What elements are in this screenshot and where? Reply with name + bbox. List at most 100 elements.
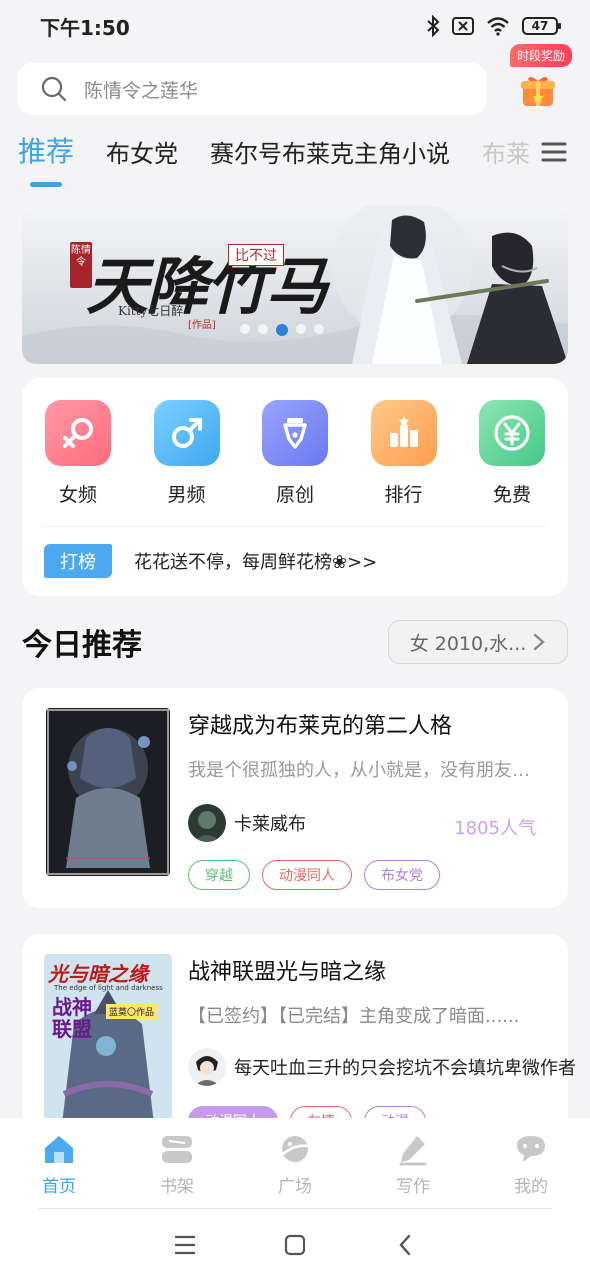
cover-author: 蓝莫〇作品 bbox=[106, 1004, 158, 1019]
nav-label: 写作 bbox=[396, 1177, 430, 1197]
wifi-icon bbox=[487, 17, 509, 36]
category-male[interactable]: 男频 bbox=[153, 400, 221, 507]
book-title: 战神联盟光与暗之缘 bbox=[188, 960, 387, 985]
category-ranking[interactable]: 排行 bbox=[370, 400, 438, 507]
banner-dots bbox=[240, 324, 324, 336]
category-card: 女频 男频 原创 排行 免费 打榜 花花送不停，每周鲜花榜❀>> bbox=[22, 378, 568, 596]
avatar bbox=[188, 804, 226, 842]
cover-big-title: 战神联盟 bbox=[52, 995, 92, 1041]
book-description: 我是个很孤独的人，从小就是，没有朋友，没有亲人 bbox=[188, 760, 538, 781]
book-card[interactable]: 光与暗之缘 The edge of light and darkness 战神联… bbox=[22, 934, 576, 1136]
section-title: 今日推荐 bbox=[22, 628, 142, 663]
banner-dot bbox=[240, 324, 250, 334]
book-title: 穿越成为布莱克的第二人格 bbox=[188, 714, 453, 739]
nav-label: 书架 bbox=[160, 1177, 194, 1197]
author-name: 卡莱威布 bbox=[234, 814, 306, 835]
write-icon bbox=[399, 1136, 427, 1166]
nav-plaza[interactable]: 广场 bbox=[255, 1132, 335, 1210]
filter-button[interactable]: 女 2010,水... bbox=[388, 620, 568, 664]
banner-author: Kitty七日醉 bbox=[118, 304, 184, 318]
tab-bu-nu-dang[interactable]: 布女党 bbox=[106, 130, 178, 190]
male-icon bbox=[153, 400, 220, 466]
filter-label: 女 2010,水... bbox=[409, 632, 527, 655]
tag-row: 穿越 动漫同人 布女党 bbox=[188, 860, 440, 890]
search-placeholder: 陈情令之莲华 bbox=[84, 79, 199, 102]
banner-works: [作品] bbox=[188, 320, 216, 331]
planet-icon bbox=[282, 1136, 310, 1162]
book-cover bbox=[46, 708, 170, 876]
back-icon bbox=[399, 1234, 411, 1256]
cover-title: 光与暗之缘 bbox=[48, 962, 148, 986]
bottom-nav: 首页 书架 广场 写作 我的 bbox=[0, 1118, 590, 1210]
home-icon bbox=[45, 1136, 73, 1163]
search-icon bbox=[41, 76, 67, 102]
divider bbox=[44, 526, 546, 527]
no-sim-icon bbox=[452, 17, 474, 35]
popularity-count: 1805人气 bbox=[454, 818, 536, 839]
bluetooth-icon bbox=[427, 15, 440, 37]
category-original[interactable]: 原创 bbox=[261, 400, 329, 507]
home-button[interactable] bbox=[281, 1231, 309, 1259]
divider bbox=[38, 1208, 552, 1209]
female-icon bbox=[45, 400, 111, 466]
banner-dot bbox=[296, 324, 306, 334]
nav-label: 我的 bbox=[514, 1177, 548, 1197]
recent-apps-button[interactable] bbox=[171, 1231, 199, 1259]
tab-menu-icon[interactable] bbox=[540, 138, 568, 166]
search-input[interactable]: 陈情令之莲华 bbox=[18, 63, 486, 115]
system-nav-bar bbox=[0, 1210, 590, 1280]
nav-bookshelf[interactable]: 书架 bbox=[137, 1132, 217, 1210]
category-label: 排行 bbox=[384, 484, 423, 506]
nav-profile[interactable]: 我的 bbox=[491, 1132, 571, 1210]
category-label: 男频 bbox=[167, 484, 206, 506]
profile-icon bbox=[517, 1136, 545, 1162]
yen-icon bbox=[479, 400, 545, 466]
nav-home[interactable]: 首页 bbox=[19, 1132, 99, 1210]
gift-icon bbox=[521, 76, 555, 106]
book-tag[interactable]: 布女党 bbox=[364, 860, 440, 890]
category-row: 女频 男频 原创 排行 免费 bbox=[22, 378, 568, 507]
back-button[interactable] bbox=[391, 1231, 419, 1259]
tab-seer-black[interactable]: 赛尔号布莱克主角小说 bbox=[210, 130, 450, 190]
book-cover: 光与暗之缘 The edge of light and darkness 战神联… bbox=[44, 954, 172, 1124]
category-label: 女频 bbox=[58, 484, 97, 506]
category-label: 原创 bbox=[275, 484, 314, 506]
nav-write[interactable]: 写作 bbox=[373, 1132, 453, 1210]
battery-indicator: 47 bbox=[522, 17, 561, 35]
today-section-header: 今日推荐 女 2010,水... bbox=[22, 618, 568, 666]
banner-dot bbox=[258, 324, 268, 334]
nav-label: 首页 bbox=[42, 1177, 76, 1197]
tab-bulai[interactable]: 布莱 bbox=[482, 130, 530, 190]
category-free[interactable]: 免费 bbox=[478, 400, 546, 507]
reward-button[interactable]: 时段奖励 bbox=[504, 44, 574, 114]
category-tabs: 推荐 布女党 赛尔号布莱克主角小说 布莱 bbox=[0, 130, 590, 190]
bookshelf-icon bbox=[162, 1136, 192, 1163]
author-row: 卡莱威布 bbox=[188, 804, 306, 842]
avatar bbox=[188, 1048, 226, 1086]
tab-recommend[interactable]: 推荐 bbox=[18, 130, 74, 190]
book-tag[interactable]: 动漫同人 bbox=[262, 860, 352, 890]
status-icons: 47 bbox=[426, 15, 561, 37]
nav-label: 广场 bbox=[278, 1177, 312, 1197]
status-time: 下午1:50 bbox=[40, 15, 130, 40]
banner-dot-active bbox=[276, 324, 288, 336]
banner-dot bbox=[314, 324, 324, 334]
banner-carousel[interactable]: 陈情令 天降竹马 比不过 Kitty七日醉 [作品] bbox=[22, 206, 568, 364]
chevron-right-icon bbox=[534, 633, 546, 651]
menu-icon bbox=[175, 1235, 195, 1255]
author-row: 每天吐血三升的只会挖坑不会填坑卑微作者 bbox=[188, 1048, 576, 1086]
ranking-icon bbox=[370, 400, 437, 466]
book-tag[interactable]: 穿越 bbox=[188, 860, 250, 890]
cover-subtitle: The edge of light and darkness bbox=[54, 984, 163, 992]
rank-text: 花花送不停，每周鲜花榜❀>> bbox=[134, 552, 378, 573]
rank-banner[interactable]: 打榜 花花送不停，每周鲜花榜❀>> bbox=[44, 544, 377, 578]
reward-badge: 时段奖励 bbox=[509, 44, 572, 67]
author-name: 每天吐血三升的只会挖坑不会填坑卑微作者 bbox=[234, 1058, 576, 1079]
category-label: 免费 bbox=[492, 484, 531, 506]
status-bar: 下午1:50 47 bbox=[0, 0, 590, 52]
square-icon bbox=[284, 1234, 306, 1256]
search-row: 陈情令之莲华 时段奖励 bbox=[18, 44, 574, 116]
book-description: 【已签约】【已完结】主角变成了暗面...... bbox=[188, 1006, 520, 1027]
book-card[interactable]: 穿越成为布莱克的第二人格 我是个很孤独的人，从小就是，没有朋友，没有亲人 卡莱威… bbox=[22, 688, 568, 908]
category-female[interactable]: 女频 bbox=[44, 400, 112, 507]
